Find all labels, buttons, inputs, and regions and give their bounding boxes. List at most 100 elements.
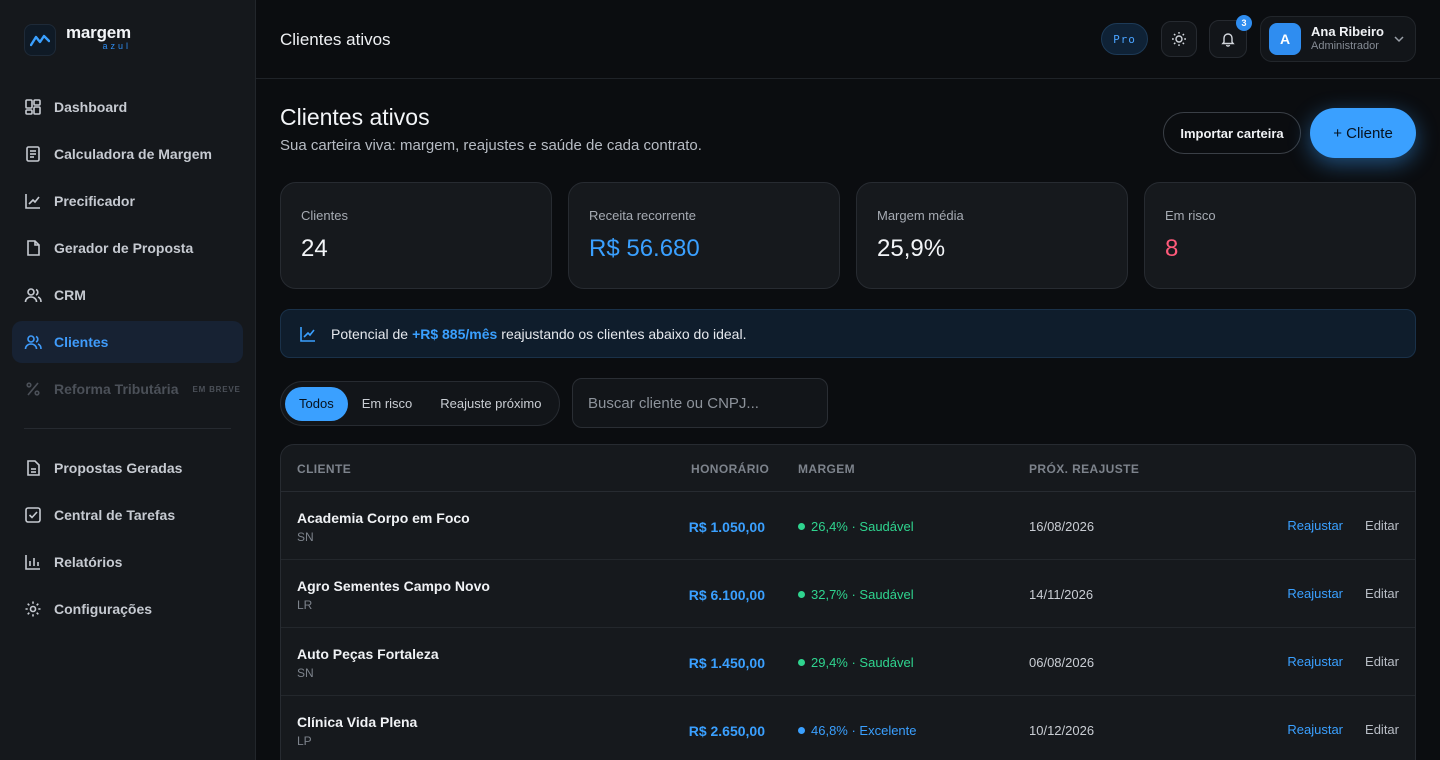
- margin-text: 46,8% · Excelente: [811, 723, 917, 738]
- header-fee: HONORÁRIO: [691, 462, 770, 476]
- sidebar-divider: [24, 428, 231, 429]
- client-name: Agro Sementes Campo Novo: [297, 578, 490, 594]
- theme-toggle-button[interactable]: [1161, 21, 1197, 57]
- table-row[interactable]: Auto Peças Fortaleza SN R$ 1.450,00 29,4…: [281, 628, 1415, 696]
- banner-suffix: reajustando os clientes abaixo do ideal.: [501, 325, 747, 342]
- topbar: Clientes ativos Pro 3 A Ana Ribeiro Admi…: [256, 0, 1440, 79]
- users-icon: [24, 335, 42, 350]
- bar-chart-icon: [25, 555, 40, 570]
- stat-label: Receita recorrente: [589, 208, 696, 223]
- edit-link[interactable]: Editar: [1365, 654, 1399, 669]
- file-text-icon: [27, 460, 40, 476]
- stat-value: 8: [1165, 235, 1179, 262]
- status-dot: [798, 659, 805, 666]
- client-regime: LP: [297, 734, 312, 748]
- header-margin: MARGEM: [798, 462, 856, 476]
- stat-value: 24: [301, 235, 328, 262]
- sidebar-item-dashboard[interactable]: Dashboard: [12, 86, 243, 128]
- page-subtitle: Sua carteira viva: margem, reajustes e s…: [280, 137, 702, 154]
- sidebar-nav: Dashboard Calculadora de Margem Precific…: [12, 86, 243, 635]
- filter-em-risco[interactable]: Em risco: [348, 387, 427, 421]
- status-dot: [798, 727, 805, 734]
- edit-link[interactable]: Editar: [1365, 586, 1399, 601]
- filter-todos[interactable]: Todos: [285, 386, 348, 421]
- stat-label: Em risco: [1165, 208, 1216, 223]
- sidebar-item-label: Central de Tarefas: [54, 507, 176, 523]
- gear-icon: [25, 601, 41, 617]
- adjust-link[interactable]: Reajustar: [1287, 586, 1343, 601]
- client-name: Clínica Vida Plena: [297, 714, 418, 730]
- client-regime: SN: [297, 530, 314, 544]
- potential-banner: Potencial de +R$ 885/mês reajustando os …: [280, 309, 1416, 358]
- table-row[interactable]: Agro Sementes Campo Novo LR R$ 6.100,00 …: [281, 560, 1415, 628]
- sidebar-item-label: Propostas Geradas: [54, 460, 183, 476]
- sidebar-item-label: Dashboard: [54, 99, 128, 115]
- add-client-button[interactable]: + Cliente: [1310, 108, 1416, 158]
- margin-text: 32,7% · Saudável: [811, 587, 914, 602]
- stat-card-at-risk: Em risco 8: [1144, 182, 1416, 289]
- chevron-down-icon: [1394, 36, 1404, 43]
- notifications-button[interactable]: 3: [1209, 15, 1252, 58]
- percent-icon: [26, 382, 40, 396]
- sidebar-item-configuracoes[interactable]: Configurações: [12, 588, 243, 630]
- sidebar-item-label: Gerador de Proposta: [54, 240, 194, 256]
- status-dot: [798, 591, 805, 598]
- sidebar-item-gerador[interactable]: Gerador de Proposta: [12, 227, 243, 269]
- users-icon: [24, 288, 42, 303]
- status-dot: [798, 523, 805, 530]
- header-next-adjust: PRÓX. REAJUSTE: [1029, 462, 1140, 476]
- sidebar-item-crm[interactable]: CRM: [12, 274, 243, 316]
- adjust-link[interactable]: Reajustar: [1287, 722, 1343, 737]
- table-row[interactable]: Clínica Vida Plena LP R$ 2.650,00 46,8% …: [281, 696, 1415, 760]
- notification-count: 3: [1236, 15, 1252, 31]
- banner-highlight: +R$ 885/mês: [412, 325, 498, 342]
- margin-text: 29,4% · Saudável: [811, 655, 914, 670]
- client-fee: R$ 1.050,00: [688, 519, 765, 535]
- sidebar-item-precificador[interactable]: Precificador: [12, 180, 243, 222]
- adjust-link[interactable]: Reajustar: [1287, 654, 1343, 669]
- filter-reajuste-proximo[interactable]: Reajuste próximo: [426, 387, 555, 421]
- stat-value: 25,9%: [877, 235, 946, 262]
- table-row[interactable]: Academia Corpo em Foco SN R$ 1.050,00 26…: [281, 492, 1415, 560]
- page-title: Clientes ativos: [280, 104, 430, 130]
- trend-up-icon: [300, 326, 315, 342]
- sidebar-item-label: Calculadora de Margem: [54, 146, 212, 162]
- sidebar-item-tarefas[interactable]: Central de Tarefas: [12, 494, 243, 536]
- avatar: A: [1269, 23, 1301, 55]
- sidebar-item-label: CRM: [54, 287, 86, 303]
- coming-soon-badge: EM BREVE: [192, 384, 241, 394]
- client-margin: 46,8% · Excelente: [798, 723, 917, 738]
- user-menu[interactable]: A Ana Ribeiro Administrador: [1260, 16, 1416, 62]
- edit-link[interactable]: Editar: [1365, 722, 1399, 737]
- client-regime: LR: [297, 598, 313, 612]
- next-adjust-date: 10/12/2026: [1029, 723, 1095, 738]
- logo[interactable]: margem azul: [24, 24, 131, 56]
- clients-table: CLIENTE HONORÁRIO MARGEM PRÓX. REAJUSTE …: [280, 444, 1416, 760]
- edit-link[interactable]: Editar: [1365, 518, 1399, 533]
- client-margin: 26,4% · Saudável: [798, 519, 914, 534]
- sidebar-item-calculadora[interactable]: Calculadora de Margem: [12, 133, 243, 175]
- dashboard-icon: [25, 99, 41, 115]
- sidebar-item-relatorios[interactable]: Relatórios: [12, 541, 243, 583]
- sidebar-item-propostas[interactable]: Propostas Geradas: [12, 447, 243, 489]
- checkbox-icon: [25, 507, 41, 523]
- stats-row: Clientes 24 Receita recorrente R$ 56.680…: [280, 182, 1416, 289]
- next-adjust-date: 06/08/2026: [1029, 655, 1095, 670]
- sidebar: margem azul Dashboard Calculadora de Mar…: [0, 0, 256, 760]
- client-fee: R$ 2.650,00: [688, 723, 765, 739]
- sidebar-item-label: Reforma Tributária: [54, 381, 179, 397]
- filter-tabs: Todos Em risco Reajuste próximo: [280, 381, 561, 426]
- adjust-link[interactable]: Reajustar: [1287, 518, 1343, 533]
- sidebar-item-clientes[interactable]: Clientes: [12, 321, 243, 363]
- calculator-icon: [26, 146, 40, 162]
- next-adjust-date: 16/08/2026: [1029, 519, 1095, 534]
- stat-card-margin: Margem média 25,9%: [856, 182, 1128, 289]
- stat-value: R$ 56.680: [589, 235, 700, 262]
- line-chart-icon: [25, 194, 40, 209]
- client-fee: R$ 6.100,00: [688, 587, 765, 603]
- search-input[interactable]: [572, 378, 828, 428]
- table-header: CLIENTE HONORÁRIO MARGEM PRÓX. REAJUSTE: [281, 445, 1415, 492]
- header-title: Clientes ativos: [280, 30, 391, 49]
- import-portfolio-button[interactable]: Importar carteira: [1163, 112, 1301, 154]
- plan-badge[interactable]: Pro: [1101, 23, 1148, 55]
